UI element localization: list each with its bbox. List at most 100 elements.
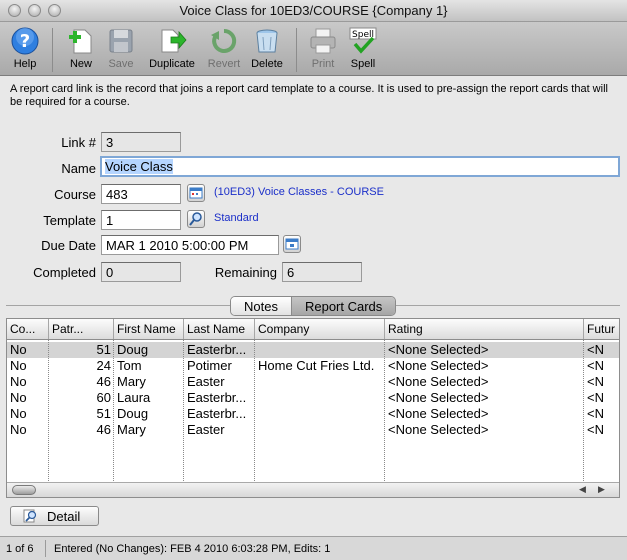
column-guide bbox=[183, 340, 184, 481]
status-separator bbox=[45, 540, 46, 557]
template-label: Template bbox=[43, 213, 96, 228]
table-row[interactable]: No 24 Tom Potimer Home Cut Fries Ltd. <None S… bbox=[7, 358, 619, 374]
delete-button[interactable]: Delete bbox=[248, 26, 286, 70]
scrollbar-thumb[interactable] bbox=[12, 485, 36, 495]
print-button[interactable]: Print bbox=[306, 26, 340, 70]
cell-future: <N bbox=[587, 342, 604, 357]
link-number-label: Link # bbox=[61, 135, 96, 150]
svg-text:?: ? bbox=[20, 31, 30, 52]
toolbar: ? Help New Save Duplicate Revert Delete … bbox=[0, 22, 627, 76]
report-cards-table: Co... Patr... First Name Last Name Company Ra… bbox=[6, 318, 620, 498]
due-date-field[interactable]: MAR 1 2010 5:00:00 PM bbox=[101, 235, 279, 255]
link-number-field: 3 bbox=[101, 132, 181, 152]
column-guide bbox=[48, 340, 49, 481]
cell-first-name: Tom bbox=[117, 358, 142, 373]
cell-rating: <None Selected> bbox=[388, 390, 489, 405]
cell-completed: No bbox=[10, 390, 27, 405]
table-row[interactable]: No 46 Mary Easter <None Selected> <N bbox=[7, 374, 619, 390]
name-field-value: Voice Class bbox=[105, 159, 173, 174]
cell-first-name: Doug bbox=[117, 342, 149, 357]
new-icon bbox=[69, 29, 92, 54]
cell-last-name: Easter bbox=[187, 422, 225, 437]
cell-future: <N bbox=[587, 358, 604, 373]
toolbar-separator bbox=[296, 28, 297, 72]
detail-button-label: Detail bbox=[47, 509, 81, 524]
spell-button[interactable]: Spell Spell bbox=[346, 26, 380, 70]
cell-last-name: Easterbr... bbox=[187, 406, 247, 421]
column-header-completed[interactable]: Co... bbox=[7, 319, 49, 339]
window-title: Voice Class for 10ED3/COURSE {Company 1} bbox=[179, 3, 448, 18]
cell-first-name: Laura bbox=[117, 390, 151, 405]
spell-icon: Spell bbox=[349, 27, 377, 54]
cell-last-name: Easter bbox=[187, 374, 225, 389]
scroll-right-arrow[interactable]: ▶ bbox=[598, 484, 605, 495]
course-picker-button[interactable] bbox=[187, 184, 205, 202]
magnifier-icon bbox=[189, 212, 202, 226]
cell-completed: No bbox=[10, 342, 27, 357]
tab-bar: Notes Report Cards bbox=[230, 296, 397, 316]
template-link[interactable]: Standard bbox=[214, 212, 259, 224]
cell-last-name: Potimer bbox=[187, 358, 232, 373]
table-row[interactable]: No 51 Doug Easterbr... <None Selected> <N bbox=[7, 406, 619, 422]
revert-icon bbox=[211, 28, 237, 53]
description-text: A report card link is the record that jo… bbox=[10, 83, 608, 108]
cell-completed: No bbox=[10, 406, 27, 421]
cell-future: <N bbox=[587, 406, 604, 421]
cell-future: <N bbox=[587, 390, 604, 405]
detail-button[interactable]: Detail bbox=[10, 506, 99, 526]
cell-rating: <None Selected> bbox=[388, 422, 489, 437]
toolbar-separator bbox=[52, 28, 53, 72]
cell-company bbox=[255, 342, 385, 358]
title-bar: Voice Class for 10ED3/COURSE {Company 1} bbox=[0, 0, 627, 22]
cell-completed: No bbox=[10, 374, 27, 389]
cell-company bbox=[255, 374, 385, 390]
course-field[interactable]: 483 bbox=[101, 184, 181, 204]
horizontal-scrollbar[interactable]: ◀ ▶ bbox=[7, 482, 619, 497]
table-row[interactable]: No 60 Laura Easterbr... <None Selected> <N bbox=[7, 390, 619, 406]
template-field[interactable]: 1 bbox=[101, 210, 181, 230]
help-icon: ? bbox=[11, 27, 39, 55]
template-search-button[interactable] bbox=[187, 210, 205, 228]
column-header-future[interactable]: Futur bbox=[584, 319, 619, 339]
save-button[interactable]: Save bbox=[104, 26, 138, 70]
cell-first-name: Doug bbox=[117, 406, 149, 421]
remaining-label: Remaining bbox=[214, 265, 277, 280]
duplicate-button[interactable]: Duplicate bbox=[144, 26, 200, 70]
column-header-last-name[interactable]: Last Name bbox=[184, 319, 255, 339]
completed-label: Completed bbox=[33, 265, 96, 280]
column-header-patron[interactable]: Patr... bbox=[49, 319, 114, 339]
table-row[interactable]: No 46 Mary Easter <None Selected> <N bbox=[7, 422, 619, 438]
tab-notes[interactable]: Notes bbox=[231, 297, 291, 315]
cell-rating: <None Selected> bbox=[388, 374, 489, 389]
tab-report-cards[interactable]: Report Cards bbox=[290, 297, 396, 315]
due-date-calendar-button[interactable] bbox=[283, 235, 301, 253]
help-button[interactable]: ? Help bbox=[8, 26, 42, 70]
duplicate-icon bbox=[161, 29, 187, 53]
cell-last-name: Easterbr... bbox=[187, 342, 247, 357]
record-position: 1 of 6 bbox=[6, 543, 34, 555]
column-header-first-name[interactable]: First Name bbox=[114, 319, 184, 339]
column-guide bbox=[113, 340, 114, 481]
column-header-company[interactable]: Company bbox=[255, 319, 385, 339]
cell-patron: 51 bbox=[96, 342, 111, 357]
name-field[interactable]: Voice Class bbox=[100, 156, 620, 177]
course-link[interactable]: (10ED3) Voice Classes - COURSE bbox=[214, 186, 384, 198]
calendar-icon bbox=[285, 238, 299, 250]
due-date-label: Due Date bbox=[41, 238, 96, 253]
delete-icon bbox=[256, 29, 278, 53]
print-icon bbox=[310, 28, 336, 54]
column-header-rating[interactable]: Rating bbox=[385, 319, 584, 339]
cell-company bbox=[255, 422, 385, 438]
magnifier-icon bbox=[23, 509, 37, 523]
scroll-left-arrow[interactable]: ◀ bbox=[579, 484, 586, 495]
record-info: Entered (No Changes): FEB 4 2010 6:03:28… bbox=[54, 543, 331, 555]
cell-completed: No bbox=[10, 358, 27, 373]
table-row[interactable]: No 51 Doug Easterbr... <None Selected> <N bbox=[7, 342, 619, 358]
new-button[interactable]: New bbox=[64, 26, 98, 70]
cell-first-name: Mary bbox=[117, 422, 146, 437]
cell-patron: 46 bbox=[96, 374, 111, 389]
revert-button[interactable]: Revert bbox=[204, 26, 244, 70]
cell-company: Home Cut Fries Ltd. bbox=[258, 358, 375, 373]
save-icon bbox=[109, 29, 133, 53]
cell-company bbox=[255, 390, 385, 406]
